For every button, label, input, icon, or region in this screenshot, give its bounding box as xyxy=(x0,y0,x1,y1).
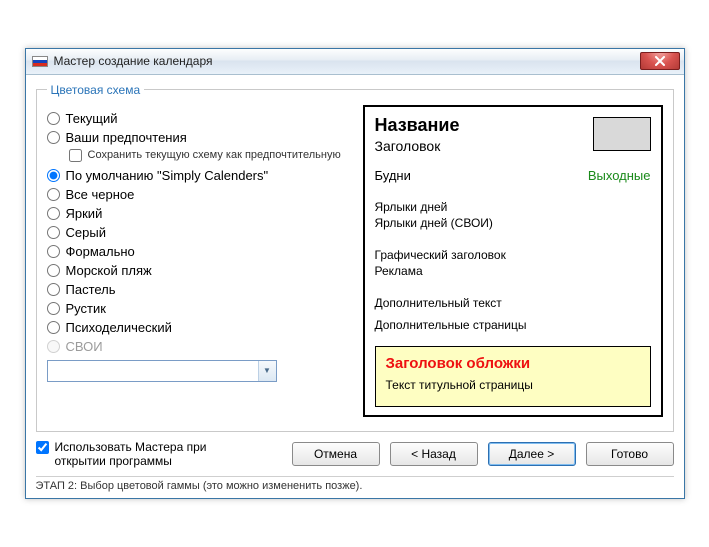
scheme-option-rustic[interactable]: Рустик xyxy=(47,301,349,316)
preview-advert: Реклама xyxy=(375,263,651,279)
use-wizard-label: Использовать Мастера при открытии програ… xyxy=(55,440,256,469)
scheme-option-gray[interactable]: Серый xyxy=(47,225,349,240)
scheme-options: Текущий Ваши предпочтения Сохранить теку… xyxy=(47,105,349,417)
scheme-label: Психоделический xyxy=(66,320,172,335)
scheme-label: Пастель xyxy=(66,282,116,297)
scheme-radio[interactable] xyxy=(47,188,60,201)
preview-extra-pages: Дополнительные страницы xyxy=(375,318,651,332)
wizard-window: Мастер создание календаря Цветовая схема… xyxy=(25,48,685,500)
close-button[interactable] xyxy=(640,52,680,70)
scheme-option-bright[interactable]: Яркий xyxy=(47,206,349,221)
scheme-label: Яркий xyxy=(66,206,103,221)
scheme-option-default[interactable]: По умолчанию "Simply Calenders" xyxy=(47,168,349,183)
preview-title: Название xyxy=(375,115,460,136)
save-pref-label: Сохранить текущую схему как предпочтител… xyxy=(88,149,341,161)
scheme-option-own: СВОИ xyxy=(47,339,349,354)
scheme-label: Серый xyxy=(66,225,106,240)
scheme-option-formal[interactable]: Формально xyxy=(47,244,349,259)
group-legend: Цветовая схема xyxy=(47,83,145,97)
finish-button[interactable]: Готово xyxy=(586,442,674,466)
preview-cover-text: Текст титульной страницы xyxy=(386,378,640,392)
bottom-row: Использовать Мастера при открытии програ… xyxy=(36,440,674,469)
next-button[interactable]: Далее > xyxy=(488,442,576,466)
titlebar: Мастер создание календаря xyxy=(26,49,684,75)
window-title: Мастер создание календаря xyxy=(54,54,213,68)
scheme-label: Текущий xyxy=(66,111,118,126)
preview-subtitle: Заголовок xyxy=(375,138,460,154)
scheme-radio[interactable] xyxy=(47,264,60,277)
preview-extra-text: Дополнительный текст xyxy=(375,295,651,311)
save-pref-checkbox-row[interactable]: Сохранить текущую схему как предпочтител… xyxy=(69,149,349,162)
scheme-option-psychedelic[interactable]: Психоделический xyxy=(47,320,349,335)
app-flag-icon xyxy=(32,56,48,67)
scheme-radio xyxy=(47,340,60,353)
scheme-label: Ваши предпочтения xyxy=(66,130,187,145)
client-area: Цветовая схема Текущий Ваши предпочтения… xyxy=(26,75,684,499)
own-scheme-combo[interactable]: ▼ xyxy=(47,360,277,382)
scheme-option-current[interactable]: Текущий xyxy=(47,111,349,126)
close-icon xyxy=(654,56,666,66)
preview-cover-box: Заголовок обложки Текст титульной страни… xyxy=(375,346,651,407)
use-wizard-row[interactable]: Использовать Мастера при открытии програ… xyxy=(36,440,256,469)
preview-panel: Название Заголовок Будни Выходные Ярлыки… xyxy=(363,105,663,417)
scheme-option-pastel[interactable]: Пастель xyxy=(47,282,349,297)
preview-weekdays: Будни xyxy=(375,168,411,183)
scheme-label: Морской пляж xyxy=(66,263,152,278)
scheme-radio[interactable] xyxy=(47,169,60,182)
scheme-radio[interactable] xyxy=(47,112,60,125)
scheme-label: СВОИ xyxy=(66,339,103,354)
scheme-radio[interactable] xyxy=(47,207,60,220)
color-scheme-group: Цветовая схема Текущий Ваши предпочтения… xyxy=(36,83,674,432)
preview-color-swatch xyxy=(593,117,651,151)
scheme-radio[interactable] xyxy=(47,283,60,296)
scheme-option-black[interactable]: Все черное xyxy=(47,187,349,202)
status-bar: ЭТАП 2: Выбор цветовой гаммы (это можно … xyxy=(36,476,674,492)
save-pref-checkbox[interactable] xyxy=(69,149,82,162)
scheme-label: Все черное xyxy=(66,187,135,202)
preview-weekends: Выходные xyxy=(588,168,651,183)
scheme-radio[interactable] xyxy=(47,321,60,334)
scheme-radio[interactable] xyxy=(47,302,60,315)
preview-day-labels-own: Ярлыки дней (СВОИ) xyxy=(375,215,651,231)
scheme-option-beach[interactable]: Морской пляж xyxy=(47,263,349,278)
button-bar: Отмена < Назад Далее > Готово xyxy=(292,442,674,466)
preview-day-labels: Ярлыки дней xyxy=(375,199,651,215)
preview-cover-title: Заголовок обложки xyxy=(386,355,640,372)
scheme-label: По умолчанию "Simply Calenders" xyxy=(66,168,269,183)
use-wizard-checkbox[interactable] xyxy=(36,441,49,454)
scheme-option-prefs[interactable]: Ваши предпочтения xyxy=(47,130,349,145)
scheme-radio[interactable] xyxy=(47,226,60,239)
scheme-radio[interactable] xyxy=(47,131,60,144)
cancel-button[interactable]: Отмена xyxy=(292,442,380,466)
combo-value xyxy=(48,361,258,381)
back-button[interactable]: < Назад xyxy=(390,442,478,466)
chevron-down-icon: ▼ xyxy=(258,361,276,381)
scheme-radio[interactable] xyxy=(47,245,60,258)
preview-graphic-header: Графический заголовок xyxy=(375,247,651,263)
scheme-label: Формально xyxy=(66,244,135,259)
scheme-label: Рустик xyxy=(66,301,106,316)
